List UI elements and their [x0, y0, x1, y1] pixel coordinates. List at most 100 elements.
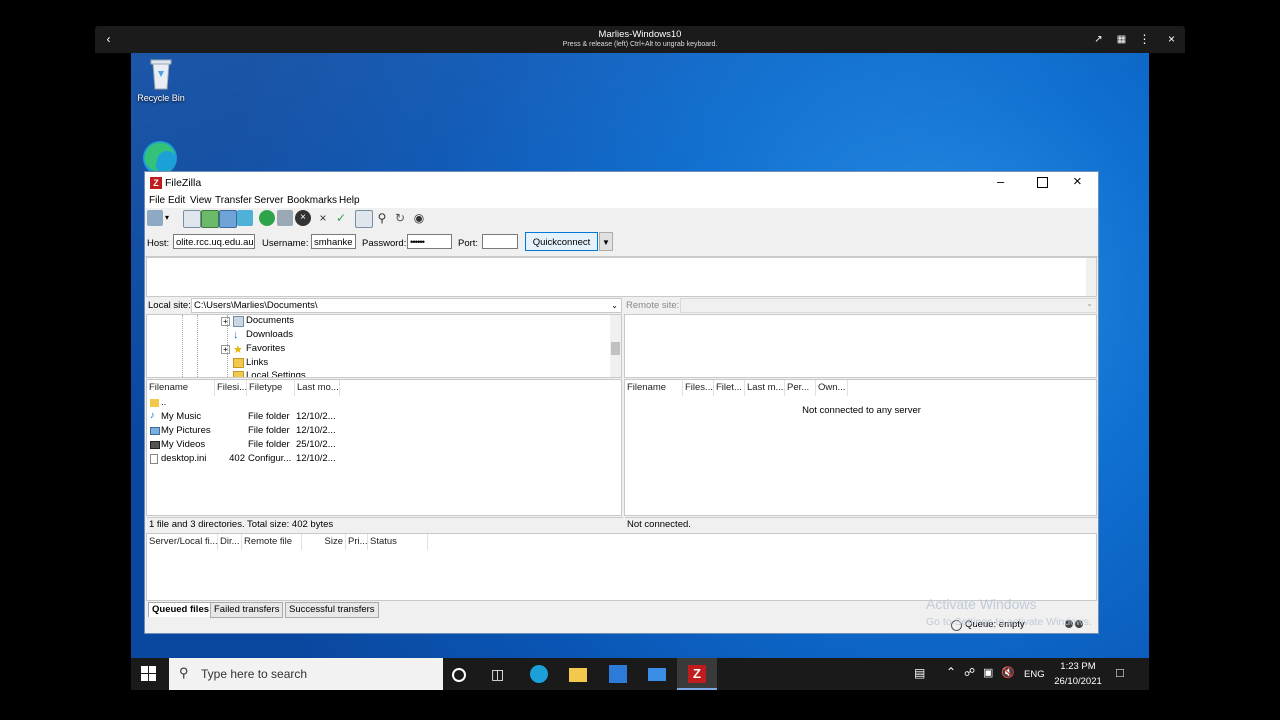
table-row[interactable]: ♪ My Music File folder 12/10/2... — [147, 410, 623, 424]
quickconnect-history-dropdown[interactable]: ▼ — [599, 232, 613, 251]
directory-listing-filters-icon[interactable] — [355, 210, 373, 228]
tree-scrollbar[interactable] — [610, 315, 621, 377]
password-input[interactable]: •••••• — [407, 234, 452, 249]
close-viewer-icon[interactable]: × — [1162, 30, 1181, 49]
chevron-down-icon[interactable]: ⌄ — [611, 299, 618, 312]
local-file-list[interactable]: Filename Filesi... Filetype Last mo... .… — [146, 379, 623, 532]
tree-item-label: Favorites — [246, 343, 286, 354]
language-indicator[interactable]: ENG — [1024, 669, 1045, 680]
column-header[interactable]: Last m... — [745, 380, 785, 396]
remote-file-list[interactable]: Filename Files... Filet... Last m... Per… — [624, 379, 1098, 532]
minimize-icon[interactable]: – — [997, 174, 1004, 189]
column-header[interactable]: Pri... — [346, 534, 368, 550]
message-log-scrollbar[interactable] — [1086, 258, 1096, 296]
username-input[interactable]: smhanke — [311, 234, 356, 249]
mail-icon[interactable] — [648, 668, 666, 681]
table-row[interactable]: My Videos File folder 25/10/2... — [147, 439, 623, 452]
menu-edit[interactable]: Edit — [168, 195, 185, 206]
transfer-queue[interactable]: Server/Local fi... Dir... Remote file Si… — [146, 533, 1097, 601]
column-header[interactable]: Size — [302, 534, 346, 550]
clock-date[interactable]: 26/10/2021 — [1051, 676, 1105, 687]
store-icon[interactable] — [609, 665, 627, 683]
menu-bookmarks[interactable]: Bookmarks — [287, 195, 337, 206]
menu-server[interactable]: Server — [254, 195, 283, 206]
search-icon[interactable]: ⚲ — [374, 210, 390, 226]
refresh-icon[interactable] — [259, 210, 275, 226]
cortana-icon[interactable] — [452, 668, 466, 682]
expand-icon[interactable]: + — [221, 345, 230, 354]
cancel-icon[interactable]: × — [295, 210, 311, 226]
toggle-local-tree-icon[interactable] — [201, 210, 219, 228]
taskbar-search-box[interactable]: ⚲ Type here to search — [169, 658, 443, 690]
chevron-down-icon[interactable]: ▾ — [165, 210, 173, 226]
column-header[interactable]: Filename — [625, 380, 683, 396]
disconnect-icon[interactable]: × — [315, 210, 331, 226]
menu-transfer[interactable]: Transfer — [215, 195, 252, 206]
maximize-icon[interactable] — [1037, 177, 1048, 188]
toggle-remote-tree-icon[interactable] — [219, 210, 237, 228]
tab-successful-transfers[interactable]: Successful transfers — [285, 602, 379, 618]
more-icon[interactable]: ⋮ — [1135, 30, 1154, 49]
chevron-down-icon[interactable]: ⌄ — [1086, 299, 1093, 308]
toggle-queue-icon[interactable] — [237, 210, 253, 226]
column-header[interactable]: Filesi... — [215, 380, 247, 396]
host-input[interactable]: olite.rcc.uq.edu.au — [173, 234, 255, 249]
local-directory-tree[interactable]: + Documents ↓ Downloads + ★ Favorites Li… — [146, 314, 622, 378]
expand-icon[interactable]: + — [221, 317, 230, 326]
menu-help[interactable]: Help — [339, 195, 360, 206]
message-log[interactable] — [146, 257, 1097, 297]
file-explorer-icon[interactable] — [569, 668, 587, 682]
volume-muted-icon[interactable]: 🔇 — [1001, 666, 1015, 679]
column-header[interactable]: Filetype — [247, 380, 295, 396]
activate-windows-title: Activate Windows — [926, 596, 1037, 612]
column-header[interactable]: Per... — [785, 380, 816, 396]
site-manager-icon[interactable] — [147, 210, 163, 226]
tab-failed-transfers[interactable]: Failed transfers — [210, 602, 284, 618]
remote-directory-tree[interactable] — [624, 314, 1097, 378]
menu-view[interactable]: View — [190, 195, 212, 206]
column-header[interactable]: Remote file — [242, 534, 302, 550]
table-row[interactable]: desktop.ini 402 Configur... 12/10/2... — [147, 453, 623, 466]
column-header[interactable]: Dir... — [218, 534, 242, 550]
close-icon[interactable]: × — [1073, 173, 1082, 190]
toggle-log-icon[interactable] — [183, 210, 201, 228]
search-icon: ⚲ — [179, 665, 189, 680]
remote-status-bar: Not connected. — [625, 517, 1098, 532]
notifications-icon[interactable]: □ — [1116, 665, 1124, 680]
local-site-bar: Local site: C:\Users\Marlies\Documents\ … — [146, 298, 622, 313]
filezilla-taskbar-button[interactable]: Z — [677, 658, 717, 690]
tree-scrollbar-thumb[interactable] — [611, 342, 620, 355]
security-icon[interactable]: ☍ — [964, 666, 975, 679]
reconnect-icon[interactable]: ✓ — [333, 210, 349, 226]
table-row[interactable]: My Pictures File folder 12/10/2... — [147, 425, 623, 438]
windows-start-icon[interactable] — [141, 666, 157, 682]
task-view-icon[interactable]: ◫ — [491, 665, 509, 683]
quickconnect-button[interactable]: Quickconnect — [525, 232, 598, 251]
column-header[interactable]: Status — [368, 534, 428, 550]
keyboard-icon[interactable]: ▦ — [1112, 30, 1131, 49]
recycle-bin-shortcut[interactable]: Recycle Bin — [131, 57, 191, 103]
username-label: Username: — [262, 238, 309, 249]
clock-time[interactable]: 1:23 PM — [1053, 661, 1103, 672]
process-queue-icon[interactable] — [277, 210, 293, 226]
fullscreen-icon[interactable]: ↗ — [1089, 30, 1108, 49]
host-label: Host: — [147, 238, 170, 249]
column-header[interactable]: Filename — [147, 380, 215, 396]
column-header[interactable]: Own... — [816, 380, 848, 396]
find-files-icon[interactable]: ◉ — [411, 210, 427, 226]
menu-file[interactable]: File — [149, 195, 165, 206]
remote-site-path-input[interactable]: ⌄ — [680, 298, 1097, 313]
column-header[interactable]: Last mo... — [295, 380, 340, 396]
news-icon[interactable]: ▤ — [914, 666, 925, 680]
edge-icon[interactable] — [530, 665, 548, 683]
table-row[interactable]: .. — [147, 397, 623, 410]
sync-browsing-icon[interactable]: ↻ — [392, 210, 408, 226]
chevron-up-icon[interactable]: ⌃ — [946, 665, 956, 679]
local-site-path-input[interactable]: C:\Users\Marlies\Documents\ ⌄ — [191, 298, 622, 313]
column-header[interactable]: Filet... — [714, 380, 745, 396]
tab-queued-files[interactable]: Queued files — [148, 602, 214, 617]
column-header[interactable]: Server/Local fi... — [147, 534, 218, 550]
column-header[interactable]: Files... — [683, 380, 714, 396]
network-icon[interactable]: ▣ — [983, 666, 993, 679]
port-input[interactable] — [482, 234, 518, 249]
